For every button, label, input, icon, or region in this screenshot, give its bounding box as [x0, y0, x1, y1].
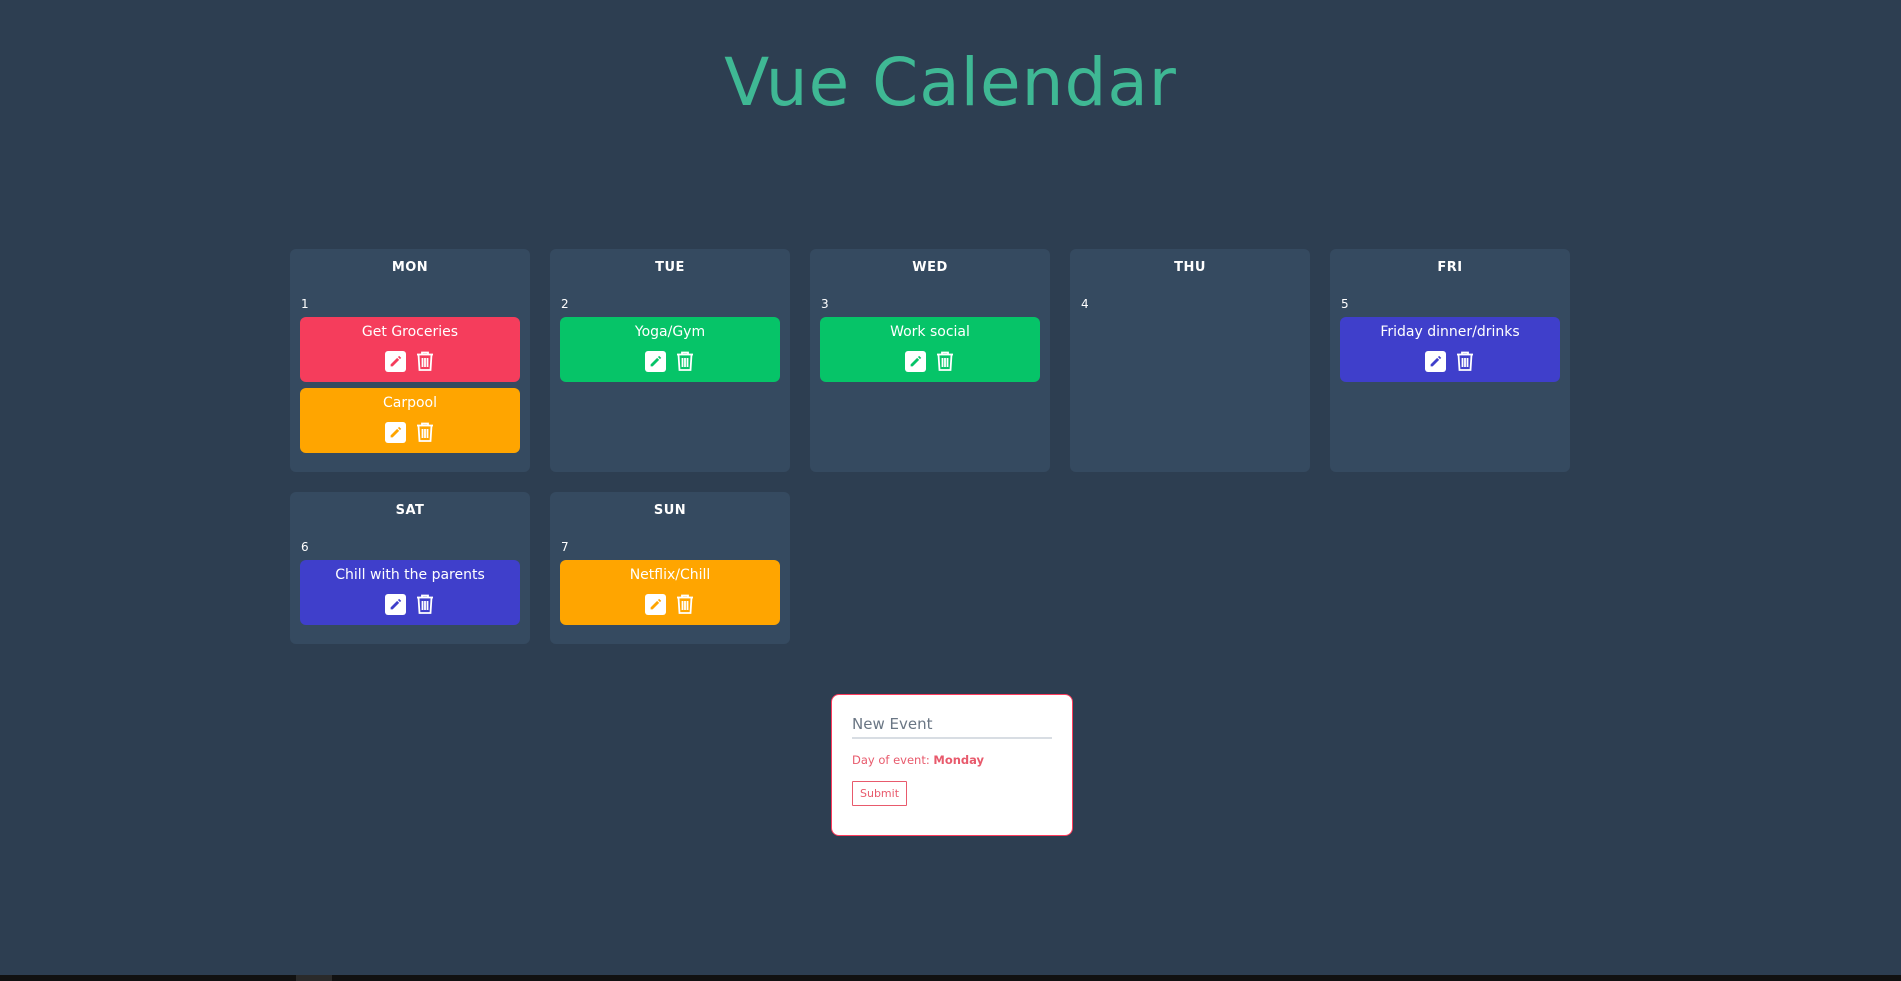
event-card[interactable]: Get Groceries	[300, 317, 520, 382]
trash-icon[interactable]	[414, 350, 436, 372]
event-card[interactable]: Work social	[820, 317, 1040, 382]
day-number: 5	[1341, 297, 1349, 311]
event-title: Chill with the parents	[335, 567, 485, 583]
event-card[interactable]: Carpool	[300, 388, 520, 453]
event-title: Yoga/Gym	[634, 324, 706, 340]
event-actions	[300, 421, 520, 443]
day-number: 1	[301, 297, 309, 311]
event-actions	[300, 350, 520, 372]
trash-icon[interactable]	[414, 421, 436, 443]
trash-icon[interactable]	[674, 593, 696, 615]
day-name: WED	[912, 260, 948, 275]
day-card-sun[interactable]: SUN 7 Netflix/Chill	[550, 492, 790, 644]
day-name: TUE	[655, 260, 685, 275]
day-name: SAT	[395, 503, 425, 518]
day-number: 7	[561, 540, 569, 554]
day-card-tue[interactable]: TUE 2 Yoga/Gym	[550, 249, 790, 472]
day-card-thu[interactable]: THU 4	[1070, 249, 1310, 472]
horizontal-scrollbar[interactable]	[0, 975, 1901, 981]
day-of-event: Day of event: Monday	[852, 753, 1052, 767]
event-title: Netflix/Chill	[629, 567, 711, 583]
day-card-fri[interactable]: FRI 5 Friday dinner/drinks	[1330, 249, 1570, 472]
app-root: Vue Calendar MON 1 Get Groceries Carpool TUE…	[0, 0, 1901, 981]
day-number: 4	[1081, 297, 1089, 311]
day-card-mon[interactable]: MON 1 Get Groceries Carpool	[290, 249, 530, 472]
event-title: Friday dinner/drinks	[1380, 324, 1520, 340]
day-name: THU	[1174, 260, 1206, 275]
pencil-icon[interactable]	[384, 593, 406, 615]
trash-icon[interactable]	[1454, 350, 1476, 372]
event-card[interactable]: Friday dinner/drinks	[1340, 317, 1560, 382]
new-event-form: Day of event: Monday Submit	[831, 694, 1073, 836]
calendar-grid: MON 1 Get Groceries Carpool TUE 2 Yoga/Gym WED 3…	[290, 249, 1570, 644]
trash-icon[interactable]	[674, 350, 696, 372]
event-title: Work social	[890, 324, 970, 340]
event-actions	[300, 593, 520, 615]
trash-icon[interactable]	[414, 593, 436, 615]
page-title: Vue Calendar	[724, 44, 1177, 121]
event-actions	[560, 350, 780, 372]
pencil-icon[interactable]	[904, 350, 926, 372]
event-title: Get Groceries	[361, 324, 459, 340]
day-number: 3	[821, 297, 829, 311]
pencil-icon[interactable]	[384, 421, 406, 443]
scrollbar-thumb[interactable]	[296, 975, 332, 981]
day-name: FRI	[1437, 260, 1463, 275]
new-event-input[interactable]	[852, 713, 1052, 739]
pencil-icon[interactable]	[384, 350, 406, 372]
day-card-wed[interactable]: WED 3 Work social	[810, 249, 1050, 472]
event-actions	[1340, 350, 1560, 372]
event-card[interactable]: Netflix/Chill	[560, 560, 780, 625]
day-of-event-label: Day of event:	[852, 753, 930, 767]
event-card[interactable]: Yoga/Gym	[560, 317, 780, 382]
day-of-event-value: Monday	[933, 753, 985, 767]
submit-button[interactable]: Submit	[852, 781, 908, 806]
trash-icon[interactable]	[934, 350, 956, 372]
pencil-icon[interactable]	[1424, 350, 1446, 372]
day-card-sat[interactable]: SAT 6 Chill with the parents	[290, 492, 530, 644]
day-name: SUN	[653, 503, 687, 518]
day-number: 6	[301, 540, 309, 554]
pencil-icon[interactable]	[644, 593, 666, 615]
event-actions	[820, 350, 1040, 372]
day-number: 2	[561, 297, 569, 311]
event-title: Carpool	[382, 395, 438, 411]
day-name: MON	[391, 260, 429, 275]
pencil-icon[interactable]	[644, 350, 666, 372]
event-card[interactable]: Chill with the parents	[300, 560, 520, 625]
event-actions	[560, 593, 780, 615]
